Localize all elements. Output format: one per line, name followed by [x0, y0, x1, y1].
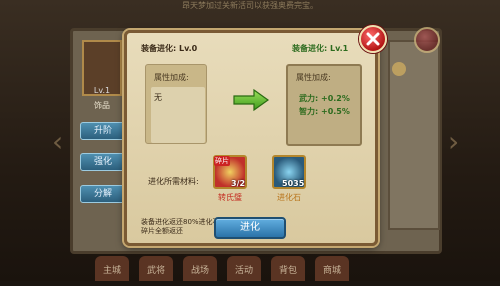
- bottom-nav: 主城 武将 战场 活动 背包 商城: [95, 256, 395, 281]
- top-banner: 昂天梦加过关新活司以获强奥费完宝。: [182, 1, 318, 10]
- evolve-note: 装备进化返还80%进化石碎片全额返还: [141, 218, 220, 235]
- arrow-left-icon[interactable]: ‹: [52, 125, 63, 158]
- arrow-right-icon[interactable]: ›: [448, 125, 459, 158]
- equipment-category: 饰品: [94, 101, 110, 110]
- stat-value: +0.5%: [321, 107, 350, 116]
- lock-icon: [392, 62, 406, 76]
- nav-bag[interactable]: 背包: [271, 256, 305, 281]
- current-attr-value: 无: [154, 93, 162, 102]
- background-close-icon: [414, 27, 440, 53]
- current-attr-title: 属性加成:: [154, 73, 189, 82]
- stat-value: +0.2%: [321, 94, 350, 103]
- equipment-level: Lv.1: [93, 86, 111, 95]
- stat-label: 智力:: [299, 107, 319, 116]
- material-name: 进化石: [277, 193, 301, 202]
- nav-generals[interactable]: 武将: [139, 256, 173, 281]
- dismantle-button[interactable]: 分解: [80, 185, 126, 203]
- material-count: 5035: [282, 179, 305, 188]
- close-button[interactable]: [359, 25, 387, 53]
- stat-row: 武力: +0.2%: [299, 93, 350, 104]
- nav-main-city[interactable]: 主城: [95, 256, 129, 281]
- next-attr-title: 属性加成:: [296, 73, 331, 82]
- current-evolve-level: 装备进化: Lv.0: [141, 44, 198, 53]
- enhance-button[interactable]: 强化: [80, 153, 126, 171]
- close-icon: [366, 32, 380, 46]
- nav-battle[interactable]: 战场: [183, 256, 217, 281]
- upgrade-button[interactable]: 升阶: [80, 122, 126, 140]
- nav-events[interactable]: 活动: [227, 256, 261, 281]
- material-name: 转氏璧: [218, 193, 242, 202]
- nav-shop[interactable]: 商城: [315, 256, 349, 281]
- arrow-right-icon: [233, 88, 270, 112]
- stat-row: 智力: +0.5%: [299, 106, 350, 117]
- evolve-button[interactable]: 进化: [214, 217, 286, 239]
- materials-label: 进化所需材料:: [148, 177, 199, 186]
- next-evolve-level: 装备进化: Lv.1: [292, 44, 349, 53]
- shard-tag: 碎片: [214, 156, 230, 166]
- material-count: 3/2: [231, 179, 246, 188]
- stat-label: 武力:: [299, 94, 319, 103]
